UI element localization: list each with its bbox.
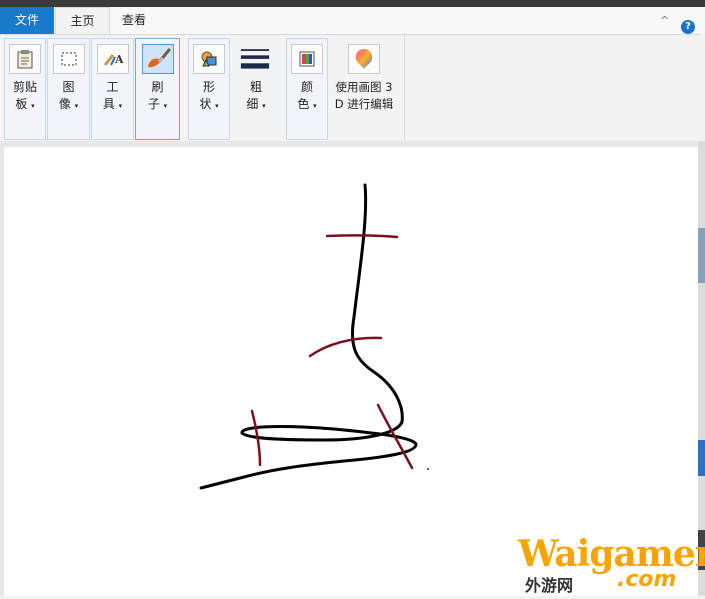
shapes-label: 形 状 ▾ xyxy=(199,80,219,111)
title-bar-strip xyxy=(0,0,705,7)
clipboard-label: 剪贴 板 ▾ xyxy=(12,80,37,111)
canvas-drawing xyxy=(199,183,429,490)
red-dot xyxy=(427,468,429,470)
brush-icon xyxy=(141,44,174,74)
watermark-chinese-text: 外游网 xyxy=(525,576,574,595)
red-cross-top xyxy=(325,234,399,239)
size-button[interactable]: 粗 细 ▾ xyxy=(232,38,280,140)
red-cross-right xyxy=(376,403,414,470)
ribbon-empty-area xyxy=(404,35,701,140)
line-size-icon xyxy=(240,44,270,72)
collapse-ribbon-icon[interactable]: ^ xyxy=(660,14,669,27)
background-window-segment xyxy=(698,228,705,283)
tools-button[interactable]: A 工 具 ▾ xyxy=(91,38,134,140)
background-window-edge xyxy=(698,141,705,596)
tools-label: 工 具 ▾ xyxy=(102,80,123,111)
select-icon xyxy=(52,44,85,74)
background-window-segment xyxy=(698,440,705,476)
ribbon-home: 剪贴 板 ▾ 图 像 ▾ A 工 具 ▾ 刷 子 ▾ 形 状 ▾ 粗 细 ▾ 颜… xyxy=(0,34,701,143)
paint3d-icon xyxy=(348,44,380,74)
watermark-logo: Waigamer xyxy=(518,533,705,575)
image-label: 图 像 ▾ xyxy=(58,80,79,111)
clipboard-icon xyxy=(9,44,41,74)
help-icon[interactable]: ? xyxy=(681,20,695,34)
tab-view[interactable]: 查看 xyxy=(110,7,158,34)
colors-icon xyxy=(291,44,323,74)
tab-home[interactable]: 主页 xyxy=(55,7,110,36)
brushes-button[interactable]: 刷 子 ▾ xyxy=(135,38,180,140)
tools-icon: A xyxy=(96,44,129,74)
brushes-label: 刷 子 ▾ xyxy=(147,80,168,111)
shapes-icon xyxy=(193,44,225,74)
clipboard-button[interactable]: 剪贴 板 ▾ xyxy=(4,38,46,140)
image-button[interactable]: 图 像 ▾ xyxy=(47,38,90,140)
size-label: 粗 细 ▾ xyxy=(246,80,266,111)
black-stroke xyxy=(199,183,418,490)
svg-text:A: A xyxy=(114,53,124,66)
red-cross-middle xyxy=(308,336,383,358)
tab-file[interactable]: 文件 xyxy=(0,7,54,34)
colors-label: 颜 色 ▾ xyxy=(297,80,317,111)
colors-button[interactable]: 颜 色 ▾ xyxy=(286,38,328,140)
ribbon-tab-bar: 文件 主页 查看 ^ ? xyxy=(0,7,705,36)
paint3d-label: 使用画图 3 D 进行编辑 xyxy=(334,80,394,111)
shapes-button[interactable]: 形 状 ▾ xyxy=(188,38,230,140)
watermark-domain: .com xyxy=(617,567,677,592)
edit-with-paint3d-button[interactable]: 使用画图 3 D 进行编辑 xyxy=(330,38,398,140)
drawing-canvas[interactable] xyxy=(4,147,698,596)
